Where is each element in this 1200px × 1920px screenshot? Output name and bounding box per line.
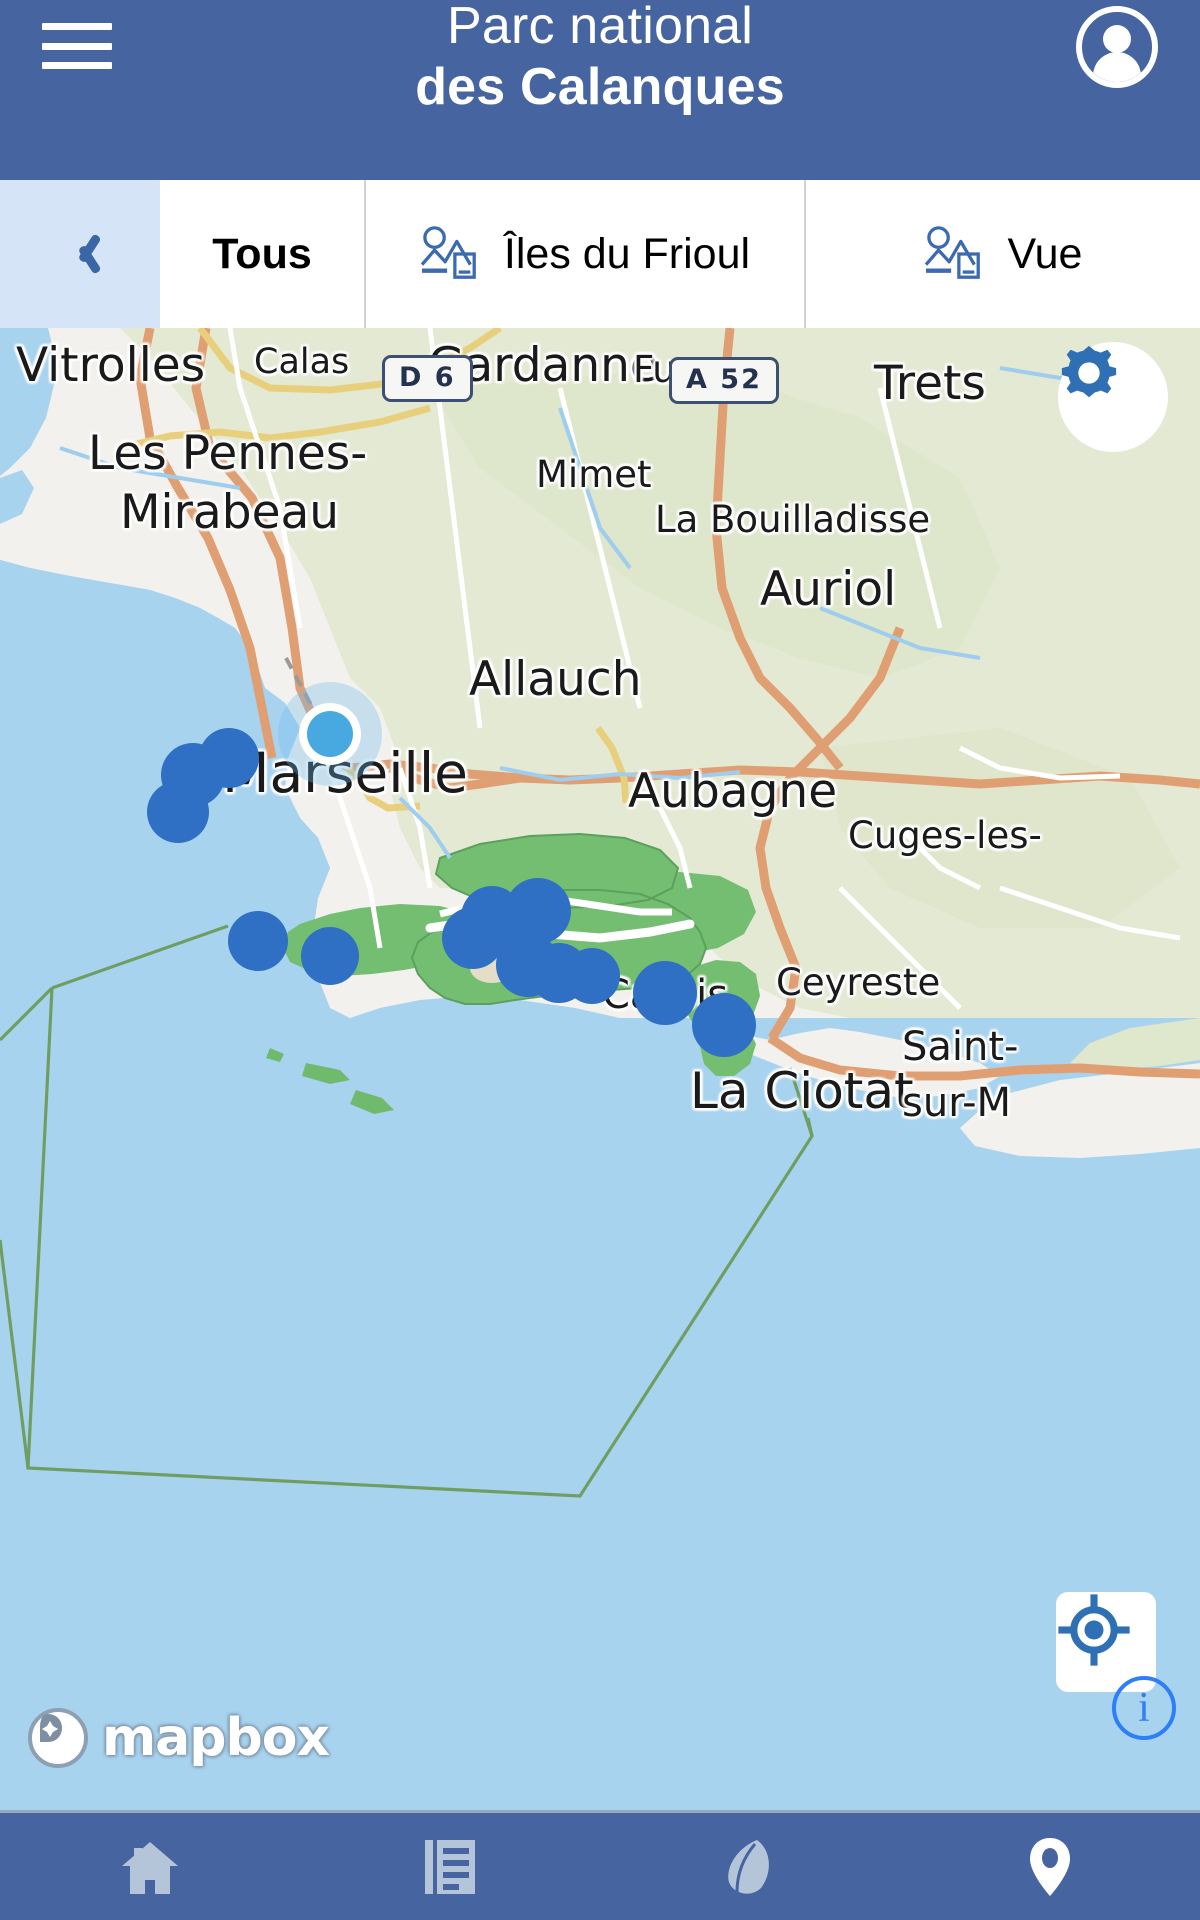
map-pin-icon bbox=[1030, 1837, 1070, 1896]
list-icon bbox=[425, 1839, 475, 1894]
info-icon: i bbox=[1138, 1685, 1150, 1731]
poi-marker[interactable] bbox=[633, 961, 697, 1025]
tab-label: Îles du Frioul bbox=[503, 229, 751, 278]
tab-iles-du-frioul[interactable]: Îles du Frioul bbox=[364, 180, 804, 328]
tab-vue[interactable]: Vue bbox=[804, 180, 1200, 328]
map-settings-button[interactable] bbox=[1058, 342, 1168, 452]
poi-marker[interactable] bbox=[228, 911, 288, 971]
tab-label: Tous bbox=[212, 229, 312, 278]
road-shield: D 6 bbox=[382, 355, 473, 402]
nav-home[interactable] bbox=[0, 1813, 300, 1920]
landscape-photo-icon bbox=[924, 225, 986, 283]
page-title-line2: des Calanques bbox=[415, 58, 785, 117]
map-basemap bbox=[0, 328, 1200, 1810]
user-location-dot[interactable] bbox=[307, 711, 353, 757]
road-shield: A 52 bbox=[669, 357, 779, 404]
leaf-icon bbox=[728, 1839, 769, 1894]
tab-back-button[interactable] bbox=[0, 180, 160, 328]
page-title-line1: Parc national bbox=[446, 0, 754, 55]
poi-marker[interactable] bbox=[301, 927, 359, 985]
poi-marker[interactable] bbox=[147, 781, 209, 843]
mapbox-attribution[interactable]: mapbox bbox=[28, 1708, 330, 1768]
mapbox-wordmark: mapbox bbox=[102, 1708, 330, 1768]
nav-map[interactable] bbox=[900, 1813, 1200, 1920]
user-avatar-icon[interactable] bbox=[1076, 6, 1158, 88]
landscape-photo-icon bbox=[420, 225, 482, 283]
tab-label: Vue bbox=[1007, 229, 1083, 278]
crosshair-locate-icon bbox=[1058, 1594, 1130, 1666]
app-root: Parc national des Calanques Tous Îles du… bbox=[0, 0, 1200, 1920]
tab-tous[interactable]: Tous bbox=[160, 180, 364, 328]
poi-marker[interactable] bbox=[564, 948, 620, 1004]
nav-list[interactable] bbox=[300, 1813, 600, 1920]
app-header: Parc national des Calanques bbox=[0, 0, 1200, 180]
home-icon bbox=[122, 1841, 178, 1894]
bottom-navigation bbox=[0, 1810, 1200, 1920]
map-info-button[interactable]: i bbox=[1112, 1676, 1176, 1740]
mapbox-logo-icon bbox=[28, 1708, 88, 1768]
nav-nature[interactable] bbox=[600, 1813, 900, 1920]
gear-icon bbox=[1061, 345, 1117, 398]
hamburger-menu-icon[interactable] bbox=[42, 18, 112, 74]
category-tabbar: Tous Îles du Frioul Vue bbox=[0, 180, 1200, 328]
page-title: Parc national des Calanques bbox=[0, 0, 1200, 119]
chevron-left-icon bbox=[67, 230, 93, 278]
poi-marker[interactable] bbox=[692, 993, 756, 1057]
map-canvas[interactable]: Vitrolles Calas Gardanne Fuveau Trets Le… bbox=[0, 328, 1200, 1810]
